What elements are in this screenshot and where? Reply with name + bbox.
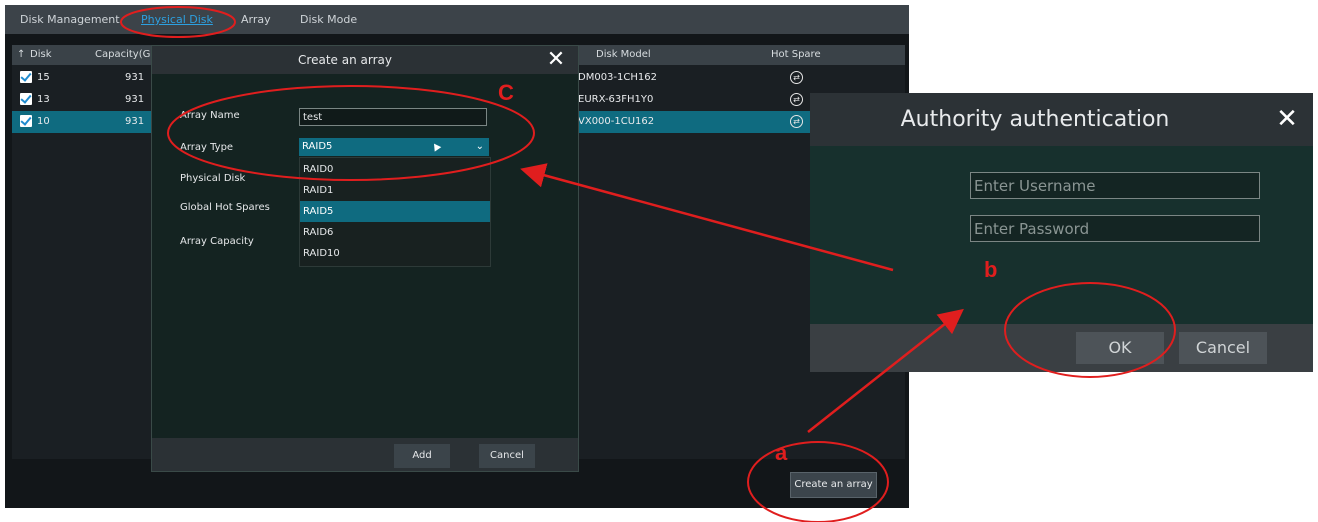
tab-disk-mode[interactable]: Disk Mode [300, 5, 357, 34]
hot-spare-toggle-icon[interactable]: ⇄ [790, 115, 803, 128]
create-array-button[interactable]: Create an array [790, 472, 877, 498]
username-input[interactable]: Enter Username [970, 172, 1260, 199]
physical-disk-label: Physical Disk [180, 173, 246, 184]
auth-cancel-button[interactable]: Cancel [1179, 332, 1267, 364]
column-hot-spare[interactable]: Hot Spare [771, 45, 821, 65]
hot-spare-toggle-icon[interactable]: ⇄ [790, 93, 803, 106]
option-raid6[interactable]: RAID6 [300, 222, 490, 243]
disk-model: DM003-1CH162 [578, 72, 657, 83]
array-type-dropdown: RAID0 RAID1 RAID5 RAID6 RAID10 [299, 157, 491, 267]
authority-authentication-dialog: Authority authentication ✕ Enter Usernam… [810, 93, 1313, 372]
up-arrow-icon[interactable]: ↑ [17, 45, 25, 65]
disk-model: EURX-63FH1Y0 [578, 94, 654, 105]
annotation-letter-b: b [984, 257, 998, 282]
row-checkbox[interactable] [20, 115, 32, 127]
cancel-button[interactable]: Cancel [479, 444, 535, 468]
auth-dialog-title: Authority authentication [900, 107, 1170, 132]
array-name-input[interactable]: test [299, 108, 487, 126]
annotation-letter-a: a [775, 440, 788, 465]
column-capacity[interactable]: Capacity(GI [95, 45, 153, 65]
column-disk[interactable]: Disk [30, 45, 51, 65]
dialog-footer: Add Cancel [152, 438, 578, 471]
array-type-select[interactable]: RAID5 ⌄ [299, 138, 489, 156]
tab-disk-management[interactable]: Disk Management [20, 5, 120, 34]
disk-number: 10 [37, 116, 50, 127]
close-icon[interactable]: ✕ [1262, 93, 1312, 146]
global-hot-spares-label: Global Hot Spares [180, 202, 270, 213]
disk-capacity: 931 [125, 72, 145, 83]
tab-physical-disk[interactable]: Physical Disk [141, 5, 213, 34]
ok-button[interactable]: OK [1076, 332, 1164, 364]
auth-dialog-footer: OK Cancel [810, 324, 1313, 372]
chevron-down-icon[interactable]: ⌄ [476, 138, 484, 156]
mouse-cursor-icon [430, 141, 442, 152]
array-type-value: RAID5 [302, 141, 333, 152]
disk-capacity: 931 [125, 94, 145, 105]
password-input[interactable]: Enter Password [970, 215, 1260, 242]
hot-spare-toggle-icon[interactable]: ⇄ [790, 71, 803, 84]
array-name-label: Array Name [180, 110, 240, 121]
dialog-title: Create an array [298, 53, 392, 67]
add-button[interactable]: Add [394, 444, 450, 468]
tab-array[interactable]: Array [241, 5, 271, 34]
disk-number: 15 [37, 72, 50, 83]
column-disk-model[interactable]: Disk Model [596, 45, 651, 65]
top-tab-bar: Disk Management Physical Disk Array Disk… [5, 5, 909, 34]
option-raid1[interactable]: RAID1 [300, 180, 490, 201]
annotation-letter-c: C [498, 80, 514, 105]
row-checkbox[interactable] [20, 93, 32, 105]
auth-dialog-header: Authority authentication ✕ [810, 93, 1313, 146]
option-raid10[interactable]: RAID10 [300, 243, 490, 264]
option-raid0[interactable]: RAID0 [300, 159, 490, 180]
array-type-label: Array Type [180, 142, 234, 153]
row-checkbox[interactable] [20, 71, 32, 83]
disk-capacity: 931 [125, 116, 145, 127]
create-array-dialog: Create an array ✕ Array Name test Array … [151, 45, 579, 472]
option-raid5[interactable]: RAID5 [300, 201, 490, 222]
array-capacity-label: Array Capacity [180, 236, 254, 247]
dialog-header: Create an array ✕ [152, 46, 578, 74]
close-icon[interactable]: ✕ [540, 46, 572, 74]
disk-number: 13 [37, 94, 50, 105]
disk-model: VX000-1CU162 [578, 116, 655, 127]
